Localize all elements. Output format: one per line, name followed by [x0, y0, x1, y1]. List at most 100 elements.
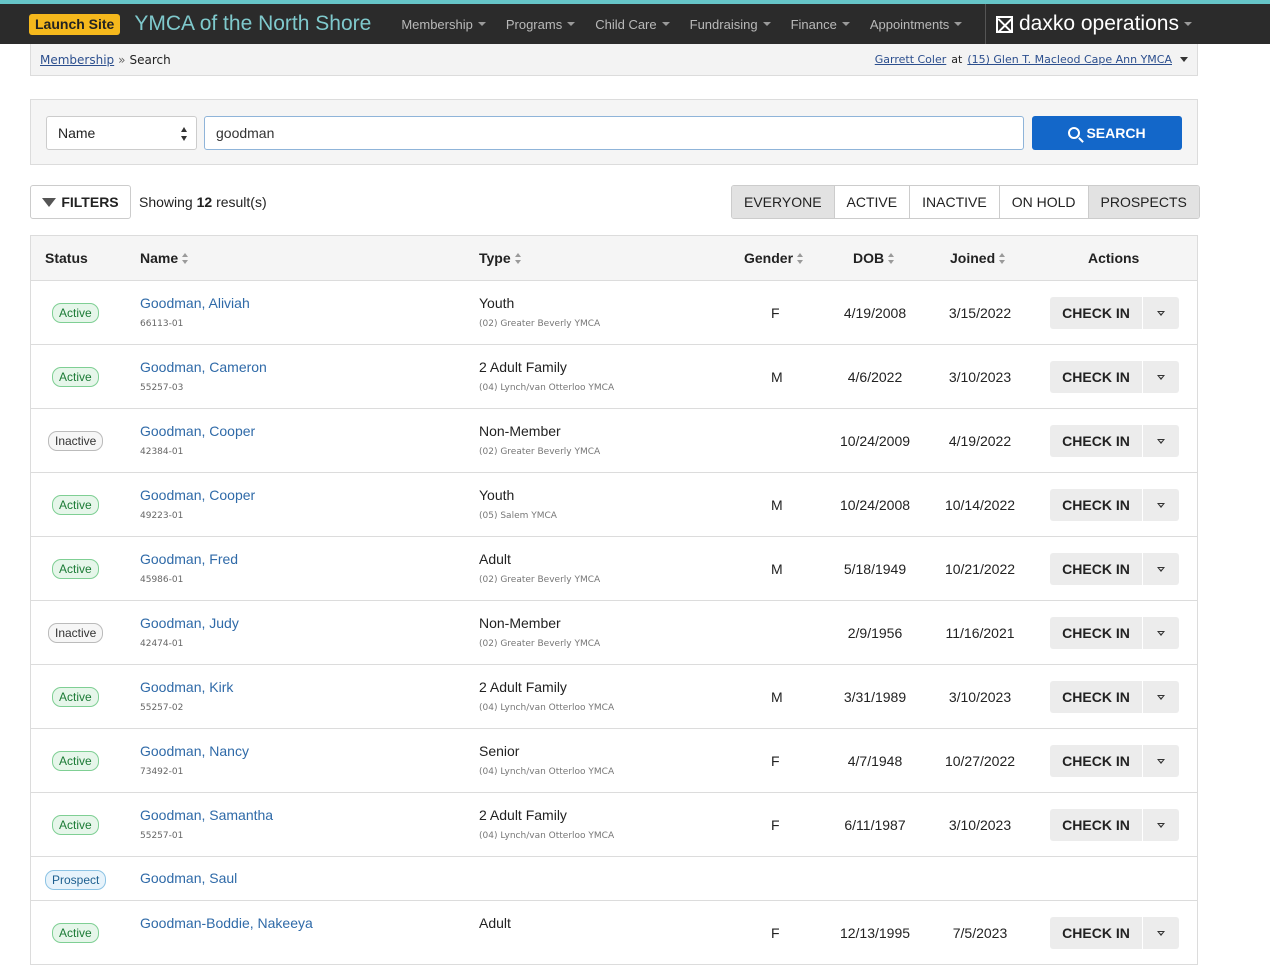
- org-title[interactable]: YMCA of the North Shore: [134, 12, 371, 36]
- header-status: Status: [45, 250, 88, 266]
- check-in-menu-button[interactable]: [1143, 553, 1179, 585]
- check-in-menu-button[interactable]: [1143, 617, 1179, 649]
- joined-date: 3/10/2023: [948, 369, 1012, 385]
- nav-programs[interactable]: Programs: [496, 17, 585, 32]
- header-gender[interactable]: Gender: [744, 250, 804, 266]
- segment-inactive[interactable]: INACTIVE: [909, 186, 999, 218]
- check-in-button[interactable]: CHECK IN: [1050, 617, 1142, 649]
- gender: F: [771, 925, 780, 941]
- results-count: Showing 12 result(s): [139, 194, 267, 210]
- status-badge: Inactive: [48, 431, 104, 451]
- breadcrumb-separator: »: [118, 52, 126, 67]
- member-name-link[interactable]: Goodman, Judy: [140, 615, 239, 631]
- check-in-menu-button[interactable]: [1143, 917, 1179, 949]
- nav-membership[interactable]: Membership: [391, 17, 496, 32]
- location-link[interactable]: (15) Glen T. Macleod Cape Ann YMCA: [967, 53, 1172, 66]
- check-in-button[interactable]: CHECK IN: [1050, 917, 1142, 949]
- member-name-link[interactable]: Goodman, Cameron: [140, 359, 267, 375]
- gender: M: [771, 689, 783, 705]
- table-row: Active Goodman-Boddie, Nakeeya Adult F 1…: [31, 901, 1197, 965]
- check-in-button[interactable]: CHECK IN: [1050, 297, 1142, 329]
- check-in-menu-button[interactable]: [1143, 361, 1179, 393]
- check-in-menu-button[interactable]: [1143, 425, 1179, 457]
- branch-name: (02) Greater Beverly YMCA: [479, 319, 601, 329]
- check-in-button[interactable]: CHECK IN: [1050, 425, 1142, 457]
- sort-icon: [999, 252, 1006, 264]
- member-name-link[interactable]: Goodman, Cooper: [140, 487, 255, 503]
- nav-appointments[interactable]: Appointments: [860, 17, 973, 32]
- breadcrumb-membership-link[interactable]: Membership: [40, 53, 114, 67]
- member-name-link[interactable]: Goodman, Samantha: [140, 807, 273, 823]
- table-row: Active Goodman, Nancy 73492-01 Senior (0…: [31, 729, 1197, 793]
- gender: M: [771, 561, 783, 577]
- caret-down-icon: [1157, 930, 1165, 936]
- select-arrows-icon: [181, 127, 187, 141]
- results-table: Status Name Type Gender DOB Joined Actio…: [30, 235, 1198, 965]
- membership-type: Non-Member: [479, 615, 561, 631]
- member-name-link[interactable]: Goodman-Boddie, Nakeeya: [140, 915, 313, 931]
- search-icon: [1068, 127, 1081, 139]
- caret-down-icon: [1157, 822, 1165, 828]
- status-badge: Active: [52, 815, 99, 835]
- segment-everyone[interactable]: EVERYONE: [732, 186, 834, 218]
- member-name-link[interactable]: Goodman, Aliviah: [140, 295, 250, 311]
- check-in-menu-button[interactable]: [1143, 681, 1179, 713]
- table-header: Status Name Type Gender DOB Joined Actio…: [31, 236, 1197, 281]
- status-badge: Active: [52, 367, 99, 387]
- daxko-brand-menu[interactable]: daxko operations: [985, 4, 1197, 44]
- caret-down-icon[interactable]: [1180, 57, 1188, 62]
- membership-type: Youth: [479, 295, 515, 311]
- nav-finance[interactable]: Finance: [781, 17, 860, 32]
- joined-date: 3/10/2023: [948, 817, 1012, 833]
- check-in-menu-button[interactable]: [1143, 297, 1179, 329]
- launch-site-button[interactable]: Launch Site: [29, 13, 121, 35]
- search-button[interactable]: SEARCH: [1032, 116, 1182, 150]
- check-in-button[interactable]: CHECK IN: [1050, 745, 1142, 777]
- check-in-button[interactable]: CHECK IN: [1050, 489, 1142, 521]
- dob: 5/18/1949: [843, 561, 907, 577]
- filter-icon: [42, 197, 57, 207]
- dob: 4/19/2008: [843, 305, 907, 321]
- main-nav: Membership Programs Child Care Fundraisi…: [391, 4, 972, 44]
- member-name-link[interactable]: Goodman, Kirk: [140, 679, 233, 695]
- user-link[interactable]: Garrett Coler: [875, 53, 947, 66]
- segment-prospects[interactable]: PROSPECTS: [1087, 186, 1199, 218]
- check-in-menu-button[interactable]: [1143, 489, 1179, 521]
- segment-on-hold[interactable]: ON HOLD: [998, 186, 1088, 218]
- status-badge: Active: [52, 559, 99, 579]
- nav-fundraising[interactable]: Fundraising: [680, 17, 781, 32]
- status-badge: Active: [52, 751, 99, 771]
- header-type[interactable]: Type: [479, 250, 522, 266]
- header-joined[interactable]: Joined: [950, 250, 1006, 266]
- joined-date: 10/27/2022: [944, 753, 1016, 769]
- caret-down-icon: [1157, 630, 1165, 636]
- member-name-link[interactable]: Goodman, Nancy: [140, 743, 249, 759]
- member-id: 42384-01: [140, 447, 184, 457]
- header-dob[interactable]: DOB: [853, 250, 895, 266]
- member-name-link[interactable]: Goodman, Cooper: [140, 423, 255, 439]
- member-id: 55257-03: [140, 383, 184, 393]
- member-name-link[interactable]: Goodman, Saul: [140, 870, 237, 886]
- table-row: Inactive Goodman, Judy 42474-01 Non-Memb…: [31, 601, 1197, 665]
- check-in-menu-button[interactable]: [1143, 809, 1179, 841]
- check-in-menu-button[interactable]: [1143, 745, 1179, 777]
- check-in-button[interactable]: CHECK IN: [1050, 361, 1142, 393]
- gender: F: [771, 305, 780, 321]
- check-in-button[interactable]: CHECK IN: [1050, 681, 1142, 713]
- segment-active[interactable]: ACTIVE: [833, 186, 910, 218]
- header-name[interactable]: Name: [140, 250, 189, 266]
- check-in-button[interactable]: CHECK IN: [1050, 553, 1142, 585]
- chevron-down-icon: [567, 22, 576, 26]
- filters-button[interactable]: FILTERS: [30, 185, 131, 219]
- search-field-select[interactable]: Name: [46, 116, 197, 150]
- check-in-button[interactable]: CHECK IN: [1050, 809, 1142, 841]
- search-panel: Name goodman SEARCH: [30, 99, 1198, 165]
- joined-date: 3/10/2023: [948, 689, 1012, 705]
- joined-date: 10/14/2022: [944, 497, 1016, 513]
- nav-child-care[interactable]: Child Care: [585, 17, 679, 32]
- chevron-down-icon: [477, 22, 486, 26]
- search-input[interactable]: goodman: [204, 116, 1024, 150]
- table-row: Active Goodman, Kirk 55257-02 2 Adult Fa…: [31, 665, 1197, 729]
- member-name-link[interactable]: Goodman, Fred: [140, 551, 238, 567]
- member-id: 55257-01: [140, 831, 184, 841]
